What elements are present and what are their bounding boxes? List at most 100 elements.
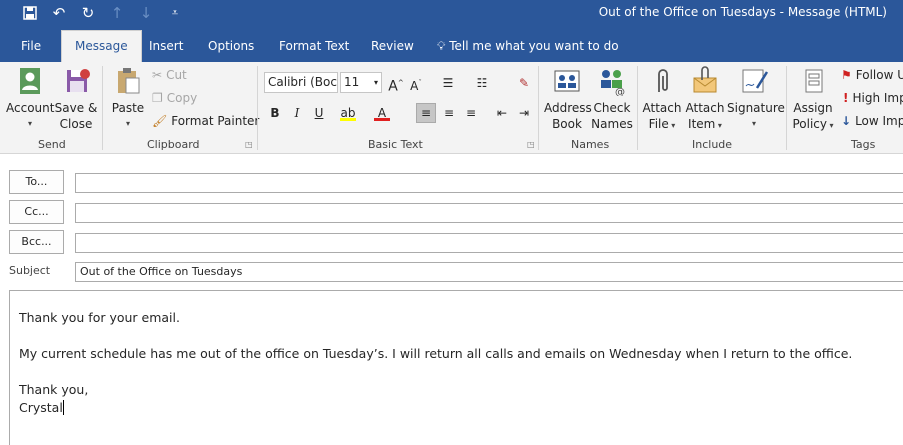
body-signature-line: Crystal bbox=[19, 399, 900, 417]
redo-icon[interactable]: ↻ bbox=[78, 3, 98, 23]
bcc-field[interactable] bbox=[75, 233, 903, 253]
bcc-button[interactable]: Bcc... bbox=[9, 230, 64, 254]
highlight-icon[interactable]: ab bbox=[340, 105, 356, 121]
body-signature: Crystal bbox=[19, 400, 63, 415]
attach-item-label-2: Item bbox=[688, 117, 716, 131]
tags-group-label: Tags bbox=[851, 138, 876, 151]
assign-policy-label-2-row: Policy ▾ bbox=[790, 116, 836, 134]
attach-file-label-1: Attach bbox=[642, 101, 682, 115]
paperclip-icon bbox=[647, 66, 677, 96]
save-close-button[interactable]: Save & Close bbox=[54, 66, 98, 132]
align-right-icon[interactable]: ≡ bbox=[463, 105, 479, 121]
to-button[interactable]: To... bbox=[9, 170, 64, 194]
align-left-glyph: ≡ bbox=[420, 106, 432, 120]
up-arrow-icon[interactable]: ↑ bbox=[107, 3, 127, 23]
assign-policy-label-2: Policy bbox=[792, 117, 827, 131]
save-icon[interactable] bbox=[20, 3, 40, 23]
font-name-box[interactable]: Calibri (Boc bbox=[264, 72, 338, 93]
down-arrow-icon[interactable]: ↓ bbox=[136, 3, 156, 23]
copy-button[interactable]: ❐ Copy bbox=[152, 91, 197, 105]
bold-button[interactable]: B bbox=[267, 105, 283, 121]
signature-button[interactable]: Signature ▾ bbox=[727, 66, 785, 132]
body-line: Thank you for your email. bbox=[19, 310, 180, 325]
attach-item-label-2-row: Item ▾ bbox=[684, 116, 726, 134]
body-line: Thank you, bbox=[19, 382, 89, 397]
check-names-icon: @ bbox=[597, 66, 627, 98]
message-body[interactable]: Thank you for your email. My current sch… bbox=[9, 290, 903, 445]
customize-icon[interactable]: ⩡ bbox=[165, 3, 185, 23]
low-importance-label: Low Imp bbox=[855, 114, 903, 128]
save-close-icon bbox=[61, 66, 91, 96]
font-color-icon[interactable]: A bbox=[374, 105, 390, 121]
font-size-box[interactable]: 11 ▾ bbox=[340, 72, 382, 93]
attach-item-label-1: Attach bbox=[685, 101, 725, 115]
assign-policy-label-1: Assign bbox=[793, 101, 833, 115]
decrease-indent-icon[interactable]: ⇤ bbox=[494, 105, 510, 121]
tab-format-text[interactable]: Format Text bbox=[279, 35, 349, 62]
save-close-label-1: Save & bbox=[54, 101, 98, 115]
high-importance-button[interactable]: ! High Imp bbox=[843, 91, 903, 105]
dialog-launcher-icon[interactable]: ◳ bbox=[527, 140, 535, 149]
format-painter-label: Format Painter bbox=[171, 114, 260, 128]
undo-icon[interactable]: ↶ bbox=[49, 3, 69, 23]
tell-me-box[interactable]: 💡︎ Tell me what you want to do bbox=[437, 35, 619, 62]
account-button[interactable]: Account ▾ bbox=[6, 66, 54, 132]
tab-insert[interactable]: Insert bbox=[149, 35, 183, 62]
paste-label: Paste bbox=[111, 101, 145, 115]
to-field[interactable] bbox=[75, 173, 903, 193]
tab-options[interactable]: Options bbox=[208, 35, 254, 62]
chevron-down-icon: ▾ bbox=[751, 119, 756, 128]
attach-file-button[interactable]: Attach File ▾ bbox=[642, 66, 682, 134]
assign-policy-button[interactable]: Assign Policy ▾ bbox=[790, 66, 836, 134]
cut-label: Cut bbox=[166, 68, 187, 82]
tab-file[interactable]: File bbox=[21, 35, 41, 62]
paste-icon bbox=[113, 66, 143, 96]
divider bbox=[257, 66, 258, 150]
low-importance-button[interactable]: ↓ Low Imp bbox=[841, 114, 903, 128]
text-cursor bbox=[62, 400, 64, 415]
tab-review[interactable]: Review bbox=[371, 35, 414, 62]
divider bbox=[786, 66, 787, 150]
paintbrush-icon: 🖌︎ bbox=[152, 114, 168, 128]
cc-button[interactable]: Cc... bbox=[9, 200, 64, 224]
address-book-button[interactable]: Address Book bbox=[544, 66, 592, 132]
clear-formatting-icon[interactable]: ✎ bbox=[516, 75, 532, 91]
shrink-font-icon[interactable]: Aˇ bbox=[408, 75, 424, 93]
check-names-label-1: Check bbox=[593, 101, 631, 115]
down-arrow-icon: ↓ bbox=[841, 114, 852, 128]
dialog-launcher-icon[interactable]: ◳ bbox=[245, 140, 253, 149]
check-names-label-2: Names bbox=[591, 117, 633, 131]
format-painter-button[interactable]: 🖌︎ Format Painter bbox=[152, 114, 259, 128]
check-names-button[interactable]: @ Check Names bbox=[591, 66, 633, 132]
numbering-icon[interactable]: ☷ bbox=[474, 75, 490, 91]
include-group-label: Include bbox=[692, 138, 733, 151]
divider bbox=[538, 66, 539, 150]
italic-button[interactable]: I bbox=[289, 105, 305, 121]
subject-label: Subject bbox=[9, 264, 51, 277]
align-center-icon[interactable]: ≡ bbox=[441, 105, 457, 121]
follow-up-button[interactable]: ⚑ Follow U bbox=[841, 68, 903, 82]
chevron-down-icon: ▾ bbox=[668, 121, 676, 130]
attach-item-button[interactable]: Attach Item ▾ bbox=[684, 66, 726, 134]
cut-button[interactable]: ✂︎ Cut bbox=[152, 68, 187, 82]
subject-field[interactable]: Out of the Office on Tuesdays bbox=[75, 262, 903, 282]
body-line: My current schedule has me out of the of… bbox=[19, 346, 853, 361]
tell-me-text: Tell me what you want to do bbox=[449, 39, 619, 53]
tab-message[interactable]: Message bbox=[61, 30, 142, 62]
ribbon-tabs: File Message Insert Options Format Text … bbox=[0, 26, 903, 62]
underline-button[interactable]: U bbox=[311, 105, 327, 121]
increase-indent-icon[interactable]: ⇥ bbox=[516, 105, 532, 121]
chevron-down-icon: ▾ bbox=[125, 119, 130, 128]
exclamation-icon: ! bbox=[843, 91, 849, 105]
signature-label: Signature bbox=[727, 101, 785, 115]
paste-button[interactable]: Paste ▾ bbox=[108, 66, 148, 132]
font-size-value: 11 bbox=[344, 75, 360, 89]
address-book-label-2: Book bbox=[552, 117, 582, 131]
save-close-label-2: Close bbox=[59, 117, 93, 131]
assign-policy-icon bbox=[798, 66, 828, 96]
cc-field[interactable] bbox=[75, 203, 903, 223]
account-icon bbox=[15, 66, 45, 96]
attach-item-icon bbox=[690, 66, 720, 96]
bullets-icon[interactable]: ☰ bbox=[440, 75, 456, 91]
grow-font-icon[interactable]: A^ bbox=[388, 75, 404, 95]
